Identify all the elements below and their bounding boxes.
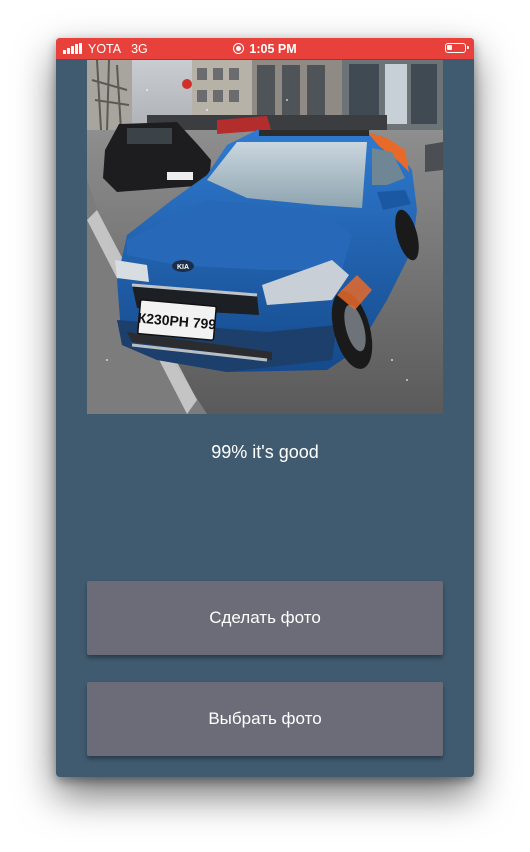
status-time: 1:05 PM: [249, 41, 297, 56]
status-center: 1:05 PM: [56, 38, 474, 59]
choose-photo-button[interactable]: Выбрать фото: [87, 682, 443, 756]
screen-record-icon: [233, 43, 245, 54]
status-bar: YOTA 3G 1:05 PM: [56, 38, 474, 59]
phone-screen: YOTA 3G 1:05 PM KIA К230РН 799 99% it's …: [56, 38, 474, 777]
svg-text:KIA: KIA: [177, 264, 189, 271]
classification-result: 99% it's good: [211, 442, 319, 462]
battery-low-icon: [445, 43, 469, 53]
take-photo-button[interactable]: Сделать фото: [87, 581, 443, 655]
car-photo: KIA К230РН 799: [87, 60, 443, 414]
